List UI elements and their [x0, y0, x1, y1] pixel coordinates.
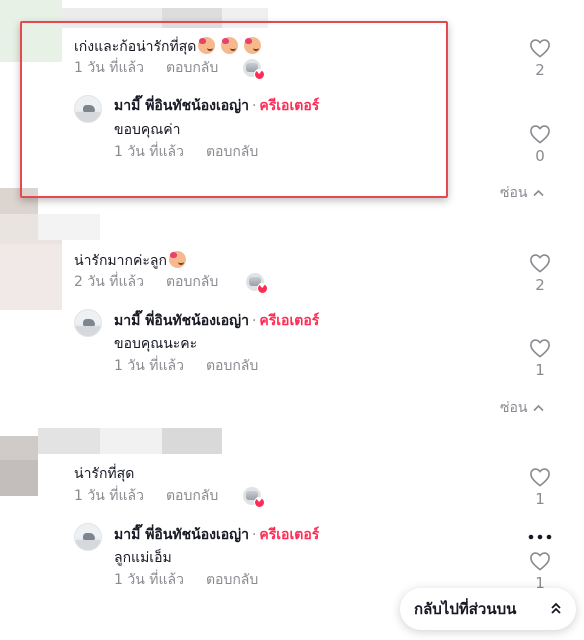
- like-button[interactable]: 2: [526, 38, 554, 79]
- double-chevron-up-icon: [550, 588, 562, 630]
- reply-time: 1 วัน ที่แล้ว: [114, 144, 184, 160]
- blurred-avatar-3b: [0, 460, 38, 496]
- blurred-username-1c: [222, 8, 268, 28]
- reply-author-line: มามี๊ พี่อินทัชน้องเอญ่า · ครีเอเตอร์: [114, 97, 319, 115]
- comment-text: น่ารักที่สุด: [74, 466, 135, 482]
- like-button[interactable]: 2: [526, 253, 554, 294]
- like-button[interactable]: 0: [526, 124, 554, 165]
- avatar[interactable]: [74, 95, 102, 123]
- reply-author-line: มามี๊ พี่อินทัชน้องเอญ่า · ครีเอเตอร์: [114, 312, 319, 330]
- hide-label: ซ่อน: [500, 400, 528, 416]
- comment-text: น่ารักมากค่ะลูก: [74, 251, 186, 270]
- reply-meta: 1 วัน ที่แล้ว ตอบกลับ: [114, 143, 258, 161]
- avatar[interactable]: [74, 309, 102, 337]
- like-count: 2: [535, 61, 545, 79]
- comment-time: 1 วัน ที่แล้ว: [74, 60, 144, 76]
- reply-button[interactable]: ตอบกลับ: [166, 488, 218, 504]
- emoji-icon: [244, 37, 262, 54]
- reply-text: ขอบคุณค่า: [114, 122, 181, 138]
- separator-dot: ·: [251, 527, 257, 543]
- heart-outline-icon: [530, 468, 550, 487]
- back-to-top-label: กลับไปที่ส่วนบน: [414, 600, 517, 618]
- like-button[interactable]: 1: [526, 551, 554, 592]
- reply-button[interactable]: ตอบกลับ: [206, 358, 258, 374]
- reply-button[interactable]: ตอบกลับ: [206, 572, 258, 588]
- heart-outline-icon: [530, 552, 550, 571]
- comment-time: 1 วัน ที่แล้ว: [74, 488, 144, 504]
- creator-liked-icon: [243, 59, 265, 80]
- creator-badge: ครีเอเตอร์: [259, 527, 320, 543]
- reply-author-name[interactable]: มามี๊ พี่อินทัชน้องเอญ่า: [114, 98, 249, 114]
- reply-button[interactable]: ตอบกลับ: [166, 274, 218, 290]
- separator-dot: ·: [251, 313, 257, 329]
- hide-label: ซ่อน: [500, 185, 528, 201]
- like-button[interactable]: 1: [526, 467, 554, 508]
- blurred-username-3: [38, 428, 100, 454]
- blurred-avatar-3: [0, 436, 38, 460]
- comment-meta: 2 วัน ที่แล้ว ตอบกลับ: [74, 273, 218, 291]
- comment-text: เก่งและก้อน่ารักที่สุด: [74, 37, 262, 56]
- reply-author-line: มามี๊ พี่อินทัชน้องเอญ่า · ครีเอเตอร์: [114, 526, 319, 544]
- creator-liked-icon: [246, 273, 268, 294]
- blurred-avatar-1: [0, 0, 62, 62]
- reply-author-name[interactable]: มามี๊ พี่อินทัชน้องเอญ่า: [114, 313, 249, 329]
- creator-badge: ครีเอเตอร์: [259, 98, 320, 114]
- emoji-icon: [198, 37, 216, 54]
- comment-body: น่ารักมากค่ะลูก: [74, 253, 167, 269]
- reply-button[interactable]: ตอบกลับ: [206, 144, 258, 160]
- emoji-icon: [168, 251, 186, 268]
- blurred-username-1: [62, 8, 162, 28]
- comment-time: 2 วัน ที่แล้ว: [74, 274, 144, 290]
- blurred-username-3b: [100, 428, 162, 454]
- more-icon[interactable]: [528, 530, 552, 540]
- avatar[interactable]: [74, 523, 102, 551]
- heart-outline-icon: [530, 254, 550, 273]
- hide-replies-button[interactable]: ซ่อน: [500, 182, 545, 204]
- heart-outline-icon: [530, 339, 550, 358]
- creator-liked-icon: [243, 487, 265, 508]
- like-count: 2: [535, 276, 545, 294]
- reply-author-name[interactable]: มามี๊ พี่อินทัชน้องเอญ่า: [114, 527, 249, 543]
- heart-outline-icon: [530, 39, 550, 58]
- creator-badge: ครีเอเตอร์: [259, 313, 320, 329]
- reply-button[interactable]: ตอบกลับ: [166, 60, 218, 76]
- reply-meta: 1 วัน ที่แล้ว ตอบกลับ: [114, 571, 258, 589]
- blurred-avatar-2c: [0, 244, 62, 310]
- chevron-up-icon: [533, 400, 545, 416]
- reply-time: 1 วัน ที่แล้ว: [114, 358, 184, 374]
- like-count: 1: [535, 361, 545, 379]
- like-button[interactable]: 1: [526, 338, 554, 379]
- separator-dot: ·: [251, 98, 257, 114]
- comment-meta: 1 วัน ที่แล้ว ตอบกลับ: [74, 487, 218, 505]
- reply-text: ลูกแม่เอ็ม: [114, 550, 172, 566]
- back-to-top-button[interactable]: กลับไปที่ส่วนบน: [400, 588, 576, 630]
- like-count: 0: [535, 147, 545, 165]
- like-count: 1: [535, 490, 545, 508]
- heart-outline-icon: [530, 125, 550, 144]
- blurred-username-1b: [162, 8, 222, 28]
- hide-replies-button[interactable]: ซ่อน: [500, 397, 545, 419]
- chevron-up-icon: [533, 185, 545, 201]
- blurred-username-3c: [162, 428, 222, 454]
- blurred-avatar-2: [0, 188, 38, 214]
- reply-time: 1 วัน ที่แล้ว: [114, 572, 184, 588]
- reply-meta: 1 วัน ที่แล้ว ตอบกลับ: [114, 357, 258, 375]
- emoji-icon: [221, 37, 239, 54]
- comment-meta: 1 วัน ที่แล้ว ตอบกลับ: [74, 59, 218, 77]
- comment-body: เก่งและก้อน่ารักที่สุด: [74, 39, 197, 55]
- blurred-username-2: [38, 214, 100, 240]
- reply-text: ขอบคุณนะคะ: [114, 336, 198, 352]
